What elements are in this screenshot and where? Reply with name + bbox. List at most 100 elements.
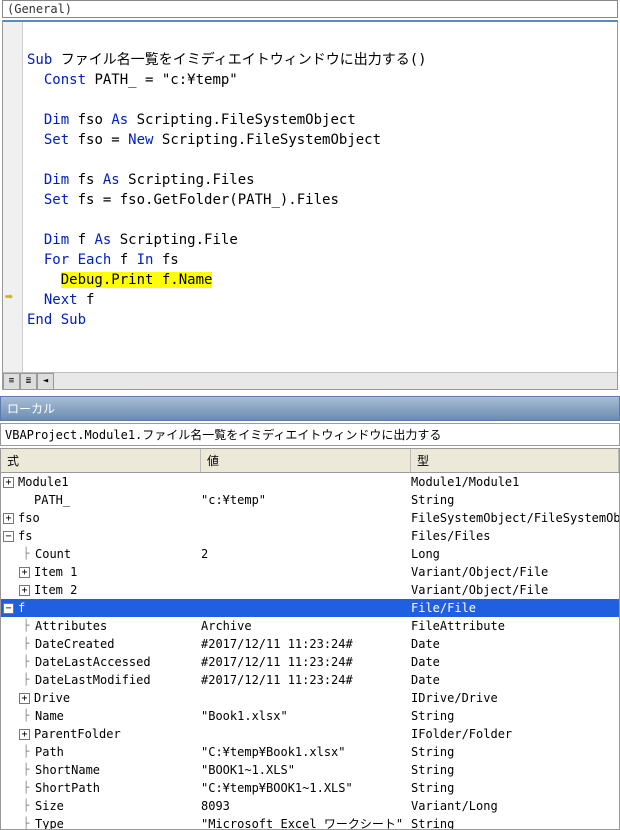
type-cell: String [411,779,619,797]
type-cell: IDrive/Drive [411,689,619,707]
type-cell: IFolder/Folder [411,725,619,743]
expand-icon[interactable]: + [19,585,30,596]
header-expression[interactable]: 式 [1,449,201,472]
value-cell: #2017/12/11 11:23:24# [201,653,411,671]
code-editor[interactable]: Sub ファイル名一覧をイミディエイトウィンドウに出力する() Const PA… [2,20,618,390]
type-cell: String [411,707,619,725]
tree-branch-icon: ├ [19,743,33,761]
expr-name: Type [35,815,64,829]
expr-name: DateLastModified [35,671,151,689]
expr-name: Item 2 [34,581,77,599]
expand-icon[interactable]: + [19,693,30,704]
current-line-highlight: Debug.Print f.Name [61,272,213,288]
const-text: PATH_ = "c:¥temp" [86,72,238,88]
locals-row[interactable]: + ParentFolder IFolder/Folder [1,725,619,743]
expr-name: ParentFolder [34,725,121,743]
type-cell: Date [411,653,619,671]
expand-icon[interactable]: + [19,729,30,740]
header-type[interactable]: 型 [411,449,619,472]
kw-sub: Sub [27,52,52,68]
type-cell: Date [411,671,619,689]
value-cell [201,689,411,707]
type-cell: Date [411,635,619,653]
kw-dim: Dim [44,232,69,248]
txt: fso [69,112,111,128]
type-cell: Files/Files [411,527,619,545]
value-cell [201,473,411,491]
scroll-left-icon[interactable]: ◄ [37,373,54,390]
type-cell: File/File [411,599,619,617]
value-cell: "Book1.xlsx" [201,707,411,725]
locals-row[interactable]: ├ DateCreated#2017/12/11 11:23:24#Date [1,635,619,653]
expr-name: ShortPath [35,779,100,797]
locals-row[interactable]: ├ DateLastModified#2017/12/11 11:23:24#D… [1,671,619,689]
value-cell [201,581,411,599]
locals-row[interactable]: − fs Files/Files [1,527,619,545]
locals-row[interactable]: + Item 1Variant/Object/File [1,563,619,581]
locals-row[interactable]: ├ AttributesArchiveFileAttribute [1,617,619,635]
locals-row[interactable]: ├ ShortPath"C:¥temp¥BOOK1~1.XLS"String [1,779,619,797]
kw-foreach: For Each [44,252,111,268]
value-cell: "BOOK1~1.XLS" [201,761,411,779]
txt: f [69,232,94,248]
locals-row[interactable]: − fFile/File [1,599,619,617]
txt: fs [69,172,103,188]
tree-branch-icon: ├ [19,761,33,779]
locals-row[interactable]: ├ DateLastAccessed#2017/12/11 11:23:24#D… [1,653,619,671]
expr-name: fs [18,527,32,545]
locals-row[interactable]: + Item 2 Variant/Object/File [1,581,619,599]
tree-branch-icon: ├ [19,653,33,671]
expr-name: fso [18,509,40,527]
txt: fs = fso.GetFolder(PATH_).Files [69,192,339,208]
execution-arrow-icon [5,290,13,305]
type-cell: FileAttribute [411,617,619,635]
expand-icon[interactable]: + [3,477,14,488]
expr-name: ShortName [35,761,100,779]
tree-branch-icon: ├ [19,635,33,653]
kw-in: In [137,252,154,268]
txt: Scripting.Files [120,172,255,188]
value-cell [201,563,411,581]
collapse-icon[interactable]: − [3,603,14,614]
expr-name: DateCreated [35,635,114,653]
collapse-icon[interactable]: − [3,531,14,542]
tree-branch-icon: ├ [19,779,33,797]
kw-dim: Dim [44,112,69,128]
tree-branch-icon: ├ [19,815,33,829]
horizontal-scrollbar[interactable]: ≡ ≣ ◄ [3,372,617,389]
locals-row[interactable]: + Module1Module1/Module1 [1,473,619,491]
value-cell: "Microsoft Excel ワークシート" [201,815,411,829]
type-cell: Long [411,545,619,563]
txt: Scripting.FileSystemObject [153,132,381,148]
kw-endsub: End Sub [27,312,86,328]
tree-branch-icon: ├ [19,797,33,815]
value-cell: 8093 [201,797,411,815]
txt: fso = [69,132,128,148]
locals-grid[interactable]: 式 値 型 + Module1Module1/Module1 PATH_"c:¥… [0,448,620,830]
value-cell [201,509,411,527]
value-cell: #2017/12/11 11:23:24# [201,671,411,689]
locals-row[interactable]: PATH_"c:¥temp"String [1,491,619,509]
type-cell: Variant/Object/File [411,581,619,599]
txt: Scripting.FileSystemObject [128,112,356,128]
grid-body[interactable]: + Module1Module1/Module1 PATH_"c:¥temp"S… [1,473,619,829]
locals-row[interactable]: ├ Size8093Variant/Long [1,797,619,815]
expr-name: Module1 [18,473,69,491]
locals-row[interactable]: + fsoFileSystemObject/FileSystemObject [1,509,619,527]
view-mode-1-icon[interactable]: ≡ [3,373,20,390]
sub-name: ファイル名一覧をイミディエイトウィンドウに出力する() [52,52,426,68]
expand-icon[interactable]: + [19,567,30,578]
header-value[interactable]: 値 [201,449,411,472]
locals-row[interactable]: ├ Count2Long [1,545,619,563]
locals-row[interactable]: ├ Path"C:¥temp¥Book1.xlsx"String [1,743,619,761]
locals-row[interactable]: ├ Name"Book1.xlsx"String [1,707,619,725]
locals-row[interactable]: ├ ShortName"BOOK1~1.XLS"String [1,761,619,779]
locals-row[interactable]: + DriveIDrive/Drive [1,689,619,707]
view-mode-2-icon[interactable]: ≣ [20,373,37,390]
context-bar: VBAProject.Module1.ファイル名一覧をイミディエイトウィンドウに… [0,423,620,446]
procedure-dropdown[interactable]: (General) [2,0,618,18]
locals-row[interactable]: ├ Type "Microsoft Excel ワークシート"String [1,815,619,829]
tree-branch-icon: ├ [19,707,33,725]
type-cell: String [411,815,619,829]
expand-icon[interactable]: + [3,513,14,524]
